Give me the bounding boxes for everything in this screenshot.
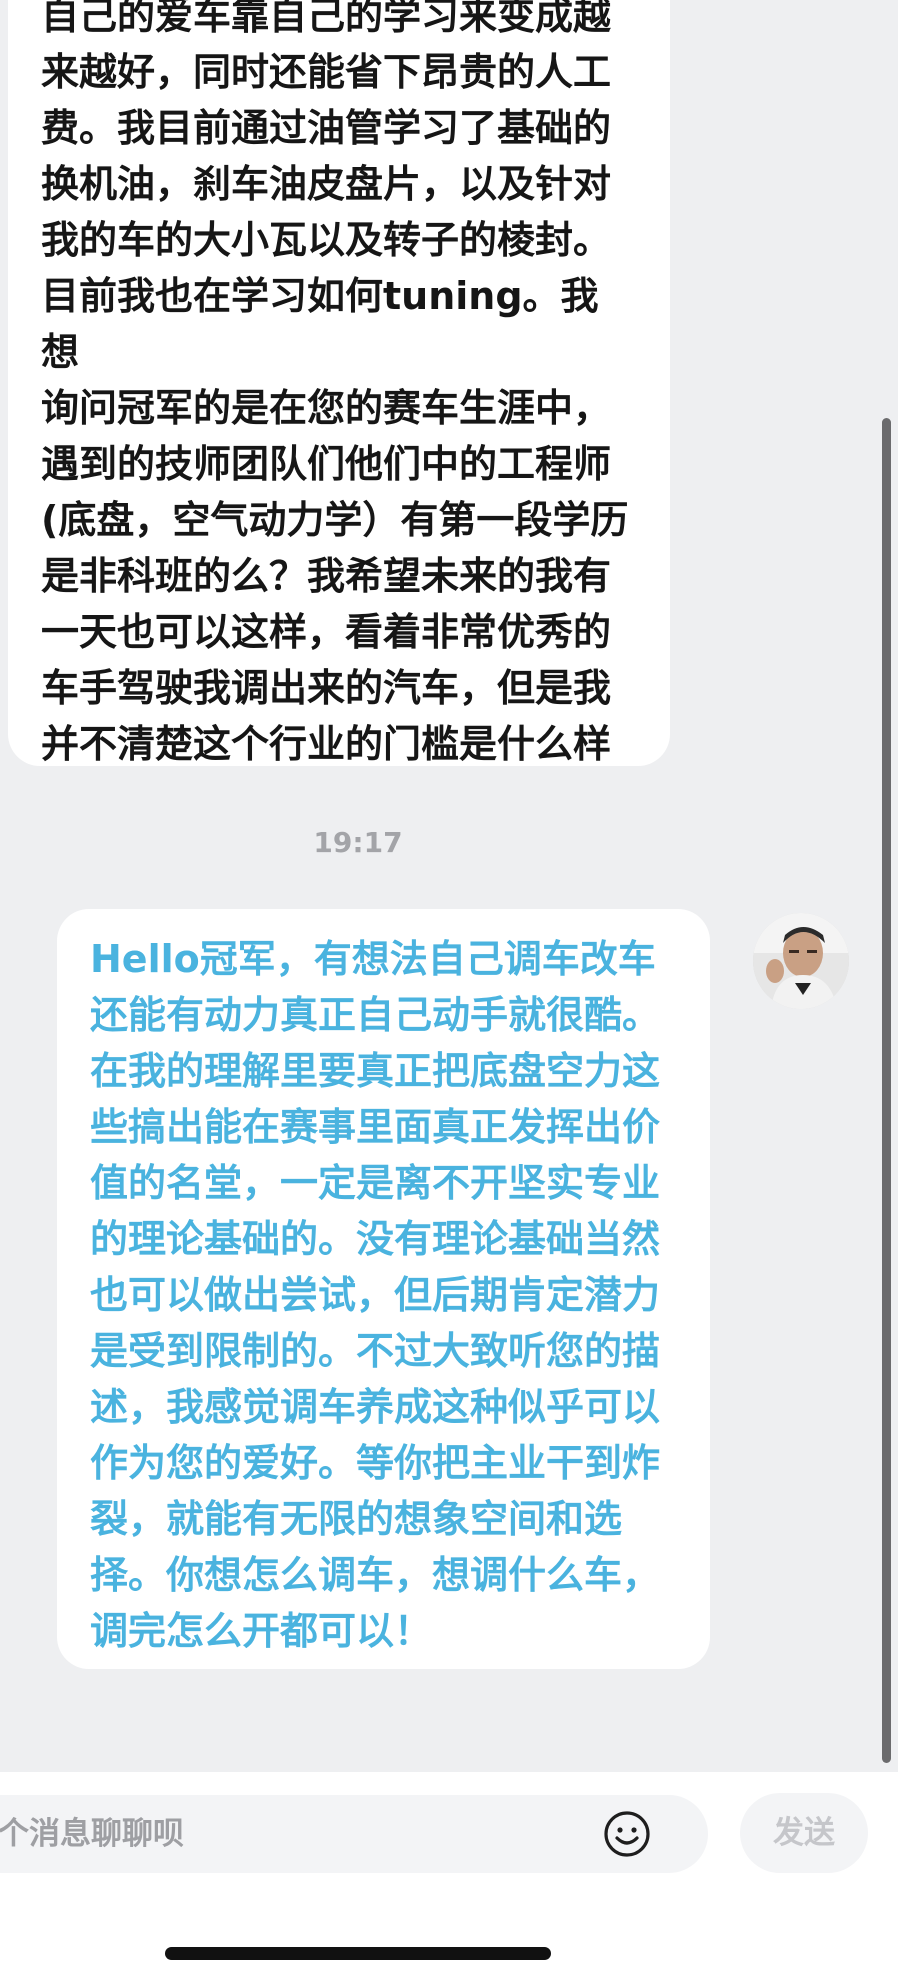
incoming-message-text: 自己的爱车靠自己的学习来变成越 来越好，同时还能省下昂贵的人工 费。我目前通过油… bbox=[41, 0, 629, 766]
message-input[interactable] bbox=[0, 1795, 558, 1873]
home-indicator[interactable] bbox=[165, 1947, 551, 1960]
outgoing-message-text: Hello冠军，有想法自己调车改车 还能有动力真正自己动手就很酷。 在我的理解里… bbox=[90, 937, 661, 1653]
incoming-message-bubble: 自己的爱车靠自己的学习来变成越 来越好，同时还能省下昂贵的人工 费。我目前通过油… bbox=[8, 0, 670, 766]
send-button[interactable]: 发送 bbox=[740, 1793, 868, 1873]
avatar[interactable] bbox=[753, 913, 849, 1009]
message-input-wrapper[interactable] bbox=[0, 1795, 708, 1873]
message-timestamp: 19:17 bbox=[313, 826, 403, 859]
avatar-photo bbox=[753, 913, 849, 1009]
message-composer: 发送 bbox=[0, 1772, 898, 1983]
smiley-icon[interactable] bbox=[600, 1807, 654, 1861]
outgoing-message-bubble: Hello冠军，有想法自己调车改车 还能有动力真正自己动手就很酷。 在我的理解里… bbox=[57, 909, 710, 1669]
scrollbar[interactable] bbox=[882, 418, 891, 1763]
chat-area[interactable]: 自己的爱车靠自己的学习来变成越 来越好，同时还能省下昂贵的人工 费。我目前通过油… bbox=[0, 0, 898, 1772]
